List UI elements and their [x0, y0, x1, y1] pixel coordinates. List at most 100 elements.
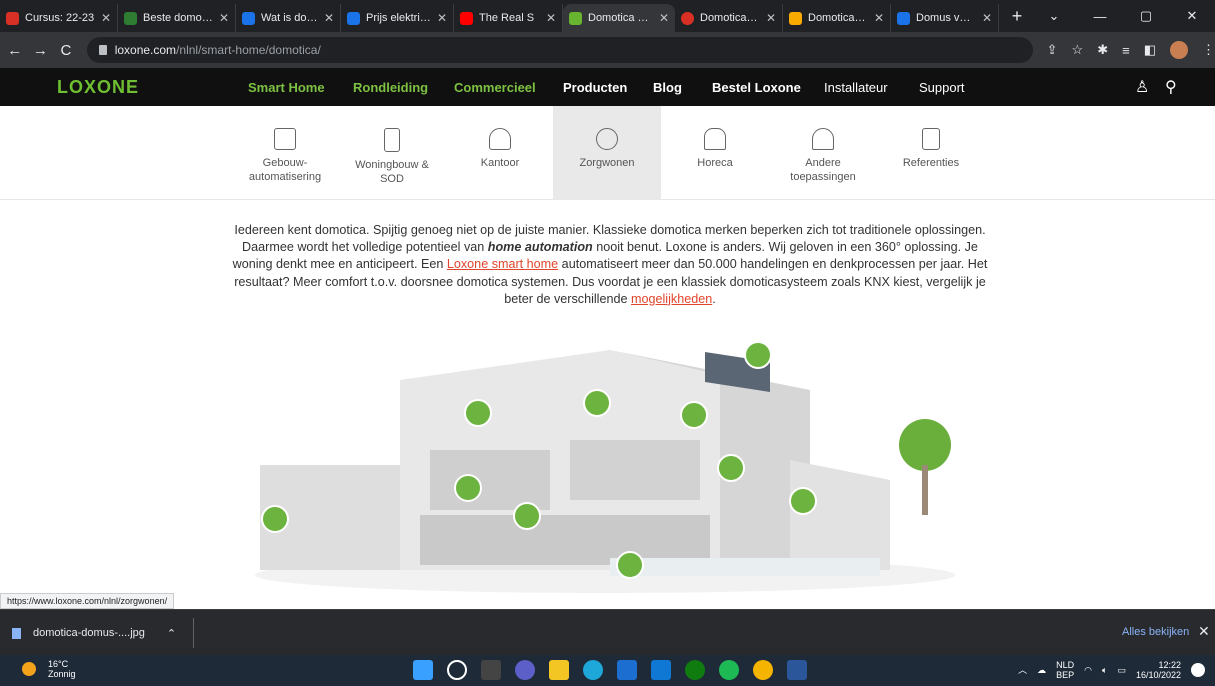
volume-icon[interactable]: 🔈︎	[1102, 665, 1107, 675]
reading-list-icon[interactable]: ≡	[1122, 43, 1130, 58]
tab-close-icon[interactable]: ✕	[982, 11, 992, 25]
category-gebouwautomatisering[interactable]: Gebouw-automatisering	[231, 106, 339, 200]
url-host: loxone.com	[114, 43, 177, 57]
tab-4[interactable]: Prijs elektricien ✕	[341, 4, 454, 32]
tab-7[interactable]: Domotica - Sl ✕	[675, 4, 783, 32]
intro-emphasis: home automation	[487, 240, 593, 255]
onedrive-icon[interactable]: ☁	[1037, 665, 1046, 675]
search-box-icon	[274, 128, 296, 150]
link-mogelijkheden[interactable]: mogelijkheden	[631, 292, 712, 306]
tab-favicon-icon	[242, 11, 255, 25]
nav-rondleiding[interactable]: Rondleiding	[353, 80, 428, 95]
tab-2[interactable]: Beste domotica ✕	[118, 4, 236, 32]
search-icon[interactable]: ⚲	[1165, 77, 1177, 97]
tab-close-icon[interactable]: ✕	[219, 11, 229, 25]
category-referenties[interactable]: Referenties	[877, 106, 985, 200]
link-loxone-smart-home[interactable]: Loxone smart home	[447, 257, 558, 271]
tab-1[interactable]: Cursus: 22-23 ✕	[0, 4, 118, 32]
close-download-shelf-icon[interactable]: ✕	[1198, 623, 1210, 640]
tab-3[interactable]: Wat is domotica ✕	[236, 4, 341, 32]
nav-blog[interactable]: Blog	[653, 80, 682, 95]
search-icon[interactable]	[447, 660, 467, 680]
new-tab-button[interactable]: +	[1007, 6, 1027, 27]
category-zorgwonen[interactable]: Zorgwonen	[553, 106, 661, 200]
nav-bestel-loxone[interactable]: Bestel Loxone	[712, 80, 801, 95]
teams-chat-icon[interactable]	[515, 660, 535, 680]
profile-avatar[interactable]	[1170, 41, 1188, 59]
tab-label: Domus voor d	[916, 12, 976, 24]
back-icon[interactable]: ←	[4, 42, 26, 59]
extensions-puzzle-icon[interactable]: ✱	[1097, 42, 1108, 58]
edge-icon[interactable]	[583, 660, 603, 680]
category-woningbouw[interactable]: Woningbouw & SOD	[338, 106, 446, 200]
notification-icon[interactable]	[1191, 663, 1205, 677]
word-icon[interactable]	[787, 660, 807, 680]
nav-smart-home[interactable]: Smart Home	[248, 80, 325, 95]
tab-8[interactable]: Domotica verg ✕	[783, 4, 891, 32]
tab-close-icon[interactable]: ✕	[659, 11, 669, 25]
tab-label: Wat is domotica	[261, 12, 318, 24]
clock[interactable]: 12:22 16/10/2022	[1136, 660, 1181, 680]
window-controls: ⌄ — ▢ ✕	[1031, 0, 1215, 32]
chrome-icon[interactable]	[753, 660, 773, 680]
loxone-logo[interactable]: LOXONE	[57, 77, 139, 98]
wifi-icon[interactable]: ◠	[1084, 665, 1092, 675]
tab-5[interactable]: The Real S ✕	[454, 4, 563, 32]
category-horeca[interactable]: Horeca	[661, 106, 769, 200]
category-andere-toepassingen[interactable]: Andere toepassingen	[769, 106, 877, 200]
store-icon[interactable]	[617, 660, 637, 680]
download-item[interactable]: domotica-domus-....jpg ⌃	[12, 622, 176, 644]
chevron-up-icon[interactable]: ⌃	[167, 627, 176, 640]
tab-close-icon[interactable]: ✕	[874, 11, 884, 25]
menu-kebab-icon[interactable]: ⋮	[1202, 42, 1215, 58]
tab-search-icon[interactable]: ⌄	[1031, 8, 1077, 24]
battery-icon[interactable]: ▭	[1117, 665, 1126, 675]
category-label: Zorgwonen	[579, 157, 635, 169]
xbox-icon[interactable]	[685, 660, 705, 680]
tab-close-icon[interactable]: ✕	[101, 11, 111, 25]
tab-9[interactable]: Domus voor d ✕	[891, 4, 999, 32]
reload-icon[interactable]: C	[55, 42, 77, 59]
nav-installateur[interactable]: Installateur	[824, 80, 888, 95]
close-button[interactable]: ✕	[1169, 8, 1215, 24]
download-shelf: domotica-domus-....jpg ⌃ Alles bekijken …	[0, 609, 1215, 655]
tab-close-icon[interactable]: ✕	[324, 11, 334, 25]
outlook-icon[interactable]	[651, 660, 671, 680]
task-view-icon[interactable]	[481, 660, 501, 680]
sun-icon	[22, 662, 36, 676]
minimize-button[interactable]: —	[1077, 9, 1123, 24]
lock-icon	[98, 45, 107, 55]
spotify-icon[interactable]	[719, 660, 739, 680]
tab-favicon-icon	[6, 11, 19, 25]
windows-start-icon[interactable]	[413, 660, 433, 680]
forward-icon[interactable]: →	[30, 42, 52, 59]
side-panel-icon[interactable]: ◧	[1144, 42, 1156, 58]
smart-home-illustration	[255, 341, 955, 593]
tab-favicon-icon	[681, 11, 694, 25]
address-bar[interactable]: loxone.com/nlnl/smart-home/domotica/	[86, 37, 1033, 63]
tray-chevron-icon[interactable]: ︿	[1018, 665, 1027, 675]
show-all-downloads-button[interactable]: Alles bekijken	[1122, 626, 1189, 638]
category-kantoor[interactable]: Kantoor	[446, 106, 554, 200]
bookmark-star-icon[interactable]: ☆	[1072, 42, 1084, 58]
nav-commercieel[interactable]: Commercieel	[454, 80, 536, 95]
tab-label: Cursus: 22-23	[25, 12, 95, 24]
tab-label: The Real S	[479, 12, 535, 24]
nav-support[interactable]: Support	[919, 80, 965, 95]
file-explorer-icon[interactable]	[549, 660, 569, 680]
language-indicator[interactable]: NLD BEP	[1056, 660, 1074, 680]
url-path: /nlnl/smart-home/domotica/	[176, 43, 321, 57]
category-label: Referenties	[902, 157, 960, 169]
maximize-button[interactable]: ▢	[1123, 8, 1169, 24]
tab-favicon-icon	[897, 11, 910, 25]
tab-close-icon[interactable]: ✕	[766, 11, 776, 25]
tab-label: Domotica - Sl	[700, 12, 760, 24]
user-icon[interactable]: ♙	[1135, 77, 1149, 97]
tab-close-icon[interactable]: ✕	[546, 11, 556, 25]
nav-producten[interactable]: Producten	[563, 80, 627, 95]
share-icon[interactable]: ⇪	[1047, 42, 1058, 58]
tab-close-icon[interactable]: ✕	[437, 11, 447, 25]
tab-6-active[interactable]: Domotica met ✕	[563, 4, 675, 32]
keyboard-code: BEP	[1056, 670, 1075, 680]
weather-widget[interactable]: 16°C Zonnig	[22, 659, 76, 679]
